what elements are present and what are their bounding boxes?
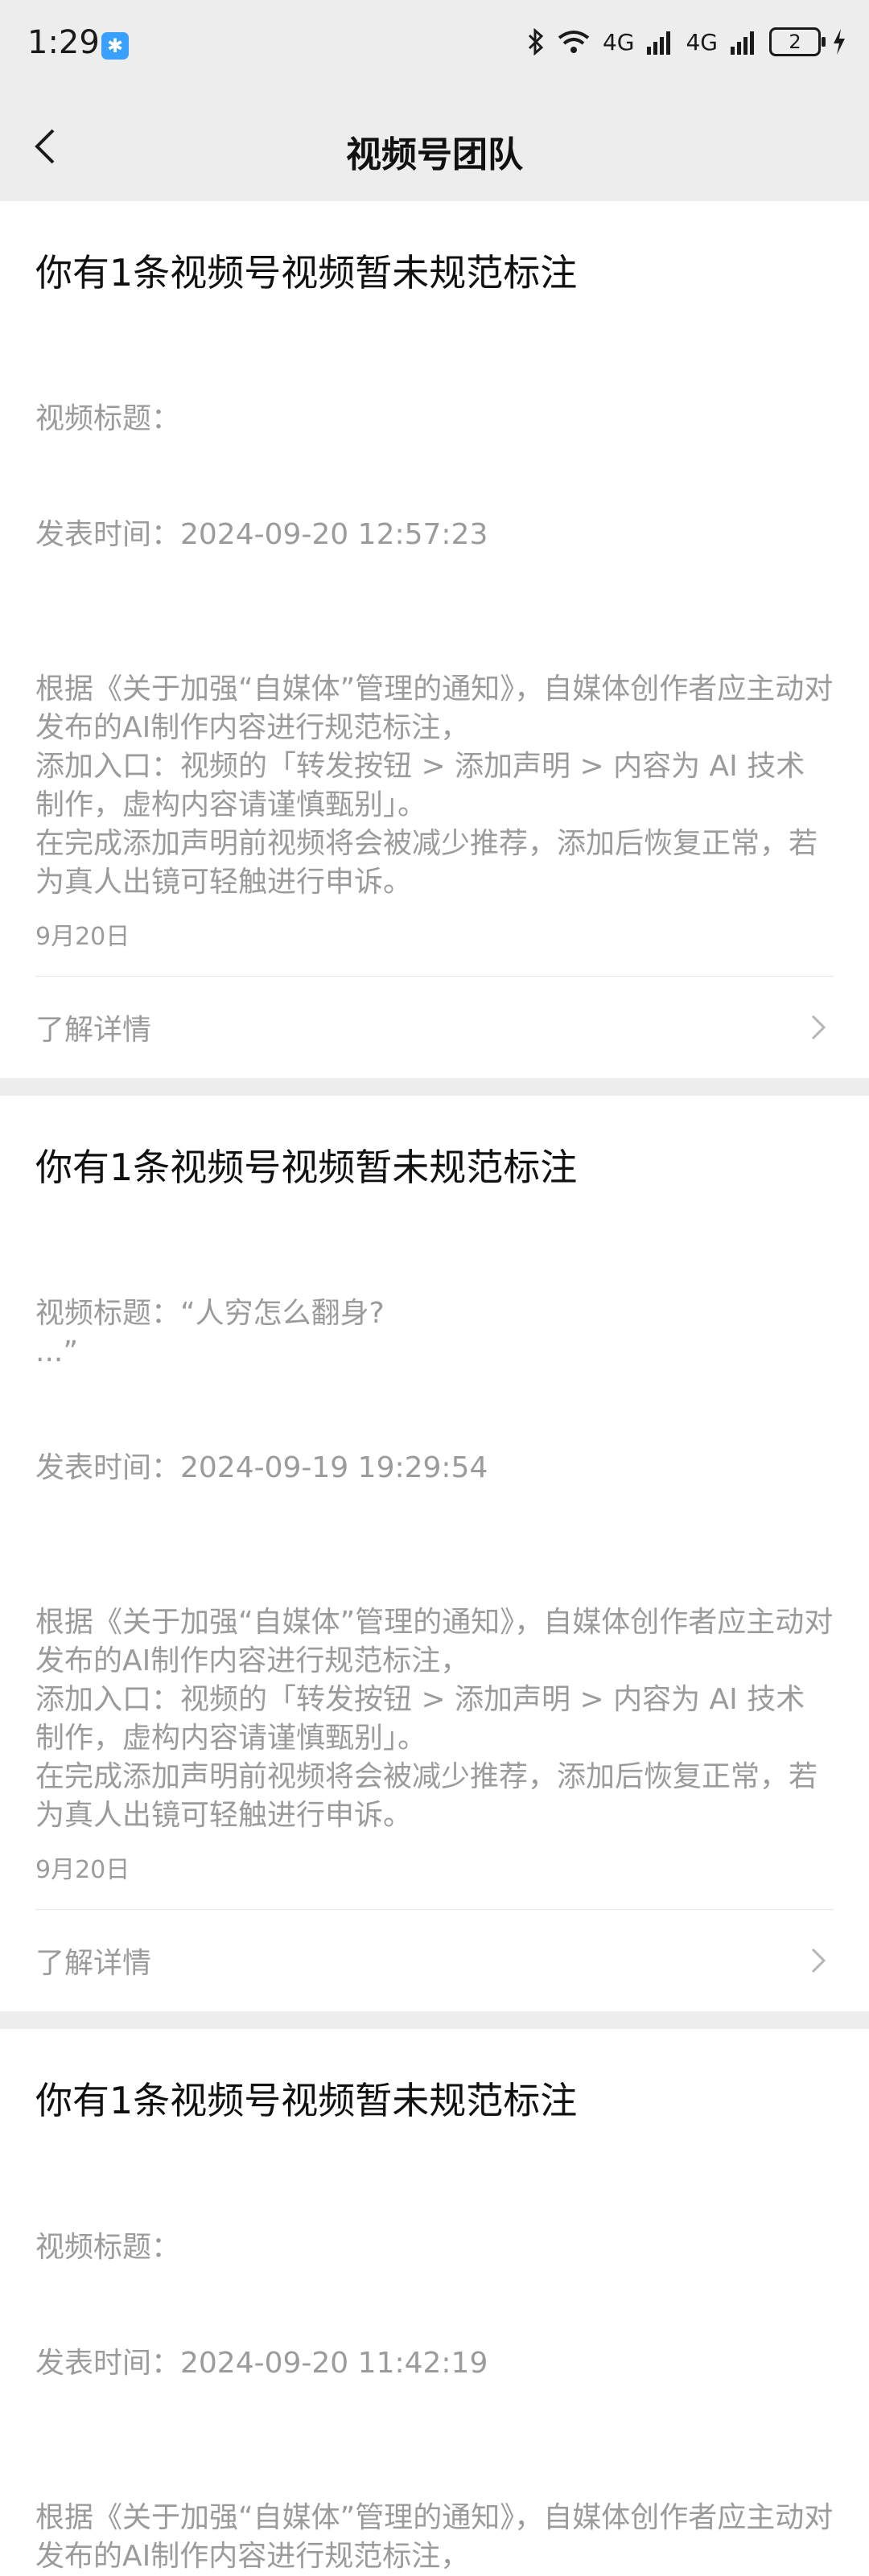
signal-icon	[731, 31, 754, 55]
video-title-line: 视频标题：	[35, 2230, 181, 2264]
body-paragraph: 添加入口：视频的「转发按钮 > 添加声明 > 内容为 AI 技术制作，虚构内容请…	[35, 750, 805, 822]
signal-icon	[647, 31, 671, 55]
body-paragraph: 根据《关于加强“自媒体”管理的通知》，自媒体创作者应主动对发布的AI制作内容进行…	[35, 1606, 834, 1678]
message-body: 根据《关于加强“自媒体”管理的通知》，自媒体创作者应主动对发布的AI制作内容进行…	[35, 670, 834, 902]
page-title: 视频号团队	[346, 134, 523, 175]
video-title-line: 视频标题：	[35, 402, 181, 436]
message-card: 你有1条视频号视频暂未规范标注 视频标题： 发表时间：2024-09-20 12…	[0, 201, 869, 1079]
bluetooth-app-icon: ✱	[101, 32, 129, 60]
message-date: 9月20日	[35, 923, 130, 952]
wifi-icon	[558, 31, 590, 53]
message-date: 9月20日	[35, 1856, 130, 1885]
body-paragraph: 根据《关于加强“自媒体”管理的通知》，自媒体创作者应主动对发布的AI制作内容进行…	[35, 2500, 834, 2573]
publish-time-line: 发表时间：2024-09-20 12:57:23	[35, 518, 488, 552]
learn-more-label: 了解详情	[35, 1014, 152, 1047]
message-title: 你有1条视频号视频暂未规范标注	[35, 2079, 578, 2123]
chevron-right-icon	[811, 1015, 826, 1040]
battery-icon: 2	[769, 27, 826, 56]
message-body: 根据《关于加强“自媒体”管理的通知》，自媒体创作者应主动对发布的AI制作内容进行…	[35, 1603, 834, 1835]
body-paragraph: 根据《关于加强“自媒体”管理的通知》，自媒体创作者应主动对发布的AI制作内容进行…	[35, 673, 834, 745]
status-bar: 1:29 ✱ 4G 4G 2	[0, 0, 869, 93]
learn-more-label: 了解详情	[35, 1947, 152, 1981]
body-paragraph: 在完成添加声明前视频将会被减少推荐，添加后恢复正常，若为真人出镜可轻触进行申诉。	[35, 1760, 818, 1833]
publish-time-line: 发表时间：2024-09-20 11:42:19	[35, 2346, 488, 2380]
video-title-line: 视频标题：“人穷怎么翻身? ...”	[35, 1297, 385, 1369]
message-title: 你有1条视频号视频暂未规范标注	[35, 1146, 578, 1190]
message-card: 你有1条视频号视频暂未规范标注 视频标题：“人穷怎么翻身? ...” 发表时间：…	[0, 1096, 869, 2012]
message-body: 根据《关于加强“自媒体”管理的通知》，自媒体创作者应主动对发布的AI制作内容进行…	[35, 2499, 834, 2576]
publish-time-line: 发表时间：2024-09-19 19:29:54	[35, 1451, 488, 1485]
chevron-right-icon	[811, 1948, 826, 1973]
body-paragraph: 在完成添加声明前视频将会被减少推荐，添加后恢复正常，若为真人出镜可轻触进行申诉。	[35, 827, 818, 899]
status-icons: 4G 4G 2	[527, 27, 846, 56]
network-label-1: 4G	[602, 28, 635, 56]
network-label-2: 4G	[686, 28, 718, 56]
message-title: 你有1条视频号视频暂未规范标注	[35, 251, 578, 294]
bluetooth-icon	[528, 28, 544, 56]
charging-icon	[834, 29, 845, 55]
body-paragraph: 添加入口：视频的「转发按钮 > 添加声明 > 内容为 AI 技术制作，虚构内容请…	[35, 1683, 805, 1755]
learn-more-row[interactable]: 了解详情	[35, 977, 834, 1078]
status-time: 1:29	[27, 24, 100, 61]
nav-bar: 视频号团队	[0, 93, 869, 201]
message-card: 你有1条视频号视频暂未规范标注 视频标题： 发表时间：2024-09-20 11…	[0, 2029, 869, 2576]
learn-more-row[interactable]: 了解详情	[35, 1910, 834, 2011]
